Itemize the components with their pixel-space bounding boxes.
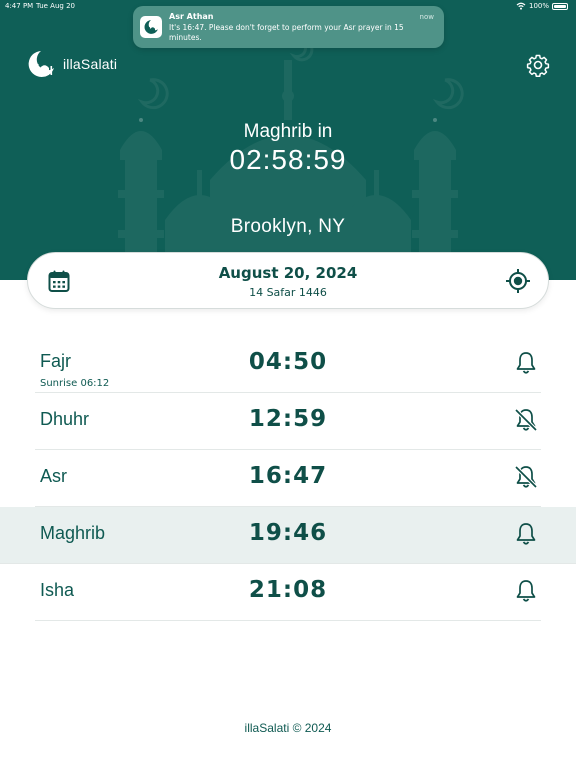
crosshair-location-icon[interactable] [505,268,531,294]
battery-icon [552,2,568,10]
prayer-row-maghrib: Maghrib 19:46 [0,507,576,564]
next-prayer-countdown: 02:58:59 [229,144,347,175]
gear-icon[interactable] [526,53,550,77]
prayer-name: Isha [40,580,75,600]
prayer-row-dhuhr: Dhuhr 12:59 [0,393,576,450]
sunrise-time: Sunrise 06:12 [40,378,110,389]
bell-icon[interactable] [513,578,539,604]
wifi-icon [516,2,526,10]
bell-icon[interactable] [513,521,539,547]
header: 4:47 PM Tue Aug 20 100% Asr Athan It's 1… [0,0,576,280]
prayer-name: Dhuhr [40,409,90,429]
prayer-name: Asr [40,466,67,486]
battery-percent: 100% [528,2,549,10]
location-name[interactable]: Brooklyn, NY [0,216,576,238]
footer-copyright: illaSalati © 2024 [244,721,332,735]
prayer-time: 16:47 [248,463,328,489]
row-divider [35,620,541,621]
app-logo: illaSalati [27,50,117,78]
notification-time: now [419,13,434,21]
status-time: 4:47 PM [5,2,34,10]
prayer-row-asr: Asr 16:47 [0,450,576,507]
prayer-time: 12:59 [248,406,328,432]
app-name: illaSalati [63,56,118,72]
prayer-times-list: Fajr Sunrise 06:12 04:50 Dhuhr 12:59 Asr… [0,336,576,621]
bell-off-icon[interactable] [513,464,539,490]
prayer-name: Fajr [40,351,71,371]
prayer-time: 04:50 [248,349,328,375]
next-prayer-label: Maghrib in [243,121,333,142]
prayer-row-fajr: Fajr Sunrise 06:12 04:50 [0,336,576,393]
prayer-row-isha: Isha 21:08 [0,564,576,621]
bell-off-icon[interactable] [513,407,539,433]
notification-body: It's 16:47. Please don't forget to perfo… [169,23,404,42]
crescent-mosque-icon [28,51,54,77]
bell-icon[interactable] [513,350,539,376]
prayer-name: Maghrib [40,523,106,543]
prayer-time: 19:46 [248,520,328,546]
status-indicators: 100% [516,2,568,10]
prayer-time: 21:08 [248,577,328,603]
app-icon [140,16,162,38]
gregorian-date: August 20, 2024 [218,264,358,282]
status-date: Tue Aug 20 [36,2,75,10]
hijri-date: 14 Safar 1446 [249,286,327,299]
notification-banner[interactable]: Asr Athan It's 16:47. Please don't forge… [133,6,444,48]
notification-title: Asr Athan [169,12,214,21]
crescent-mosque-icon [144,20,158,34]
date-card: August 20, 2024 14 Safar 1446 [27,252,549,309]
